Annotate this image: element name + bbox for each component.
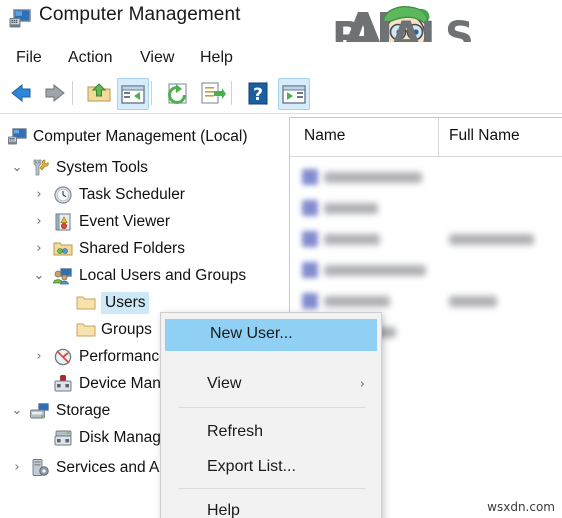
column-header-name[interactable]: Name bbox=[304, 127, 345, 145]
chevron-right-icon[interactable]: › bbox=[32, 209, 46, 235]
redacted-user-name bbox=[324, 172, 422, 183]
users-groups-icon bbox=[53, 267, 72, 285]
list-view-header: Name Full Name bbox=[290, 118, 562, 157]
redacted-user-name bbox=[324, 234, 380, 245]
watermark: wsxdn.com bbox=[487, 500, 555, 514]
menu-item-label: Help bbox=[207, 502, 240, 518]
menu-separator bbox=[179, 488, 365, 489]
tree-item-label: Task Scheduler bbox=[79, 186, 185, 203]
menu-item-help[interactable]: Help bbox=[162, 496, 380, 518]
svg-text:?: ? bbox=[253, 85, 263, 105]
forward-button[interactable] bbox=[40, 78, 70, 108]
tree-item-label: Storage bbox=[56, 402, 111, 419]
menu-file[interactable]: File bbox=[10, 47, 48, 69]
column-divider[interactable] bbox=[438, 118, 439, 156]
list-item[interactable] bbox=[290, 193, 562, 224]
chevron-right-icon: › bbox=[359, 377, 365, 392]
clock-icon bbox=[53, 186, 72, 204]
show-hide-console-tree-button[interactable] bbox=[117, 78, 149, 110]
menu-item-label: Refresh bbox=[207, 423, 264, 440]
toolbar-separator bbox=[72, 81, 73, 105]
storage-icon bbox=[30, 402, 49, 420]
tree-item-label: Groups bbox=[101, 321, 152, 338]
tree-item-system-tools[interactable]: ⌄ System Tools bbox=[0, 155, 276, 181]
device-manager-icon bbox=[53, 375, 72, 393]
tree-item-event-viewer[interactable]: › Event Viewer bbox=[0, 209, 276, 235]
folder-icon bbox=[76, 321, 96, 339]
menu-item-export-list[interactable]: Export List... bbox=[162, 452, 380, 484]
menu-help[interactable]: Help bbox=[194, 47, 239, 69]
menu-action[interactable]: Action bbox=[62, 47, 118, 69]
user-icon bbox=[302, 293, 318, 309]
redacted-full-name bbox=[449, 296, 497, 307]
toolbar-separator bbox=[151, 81, 152, 105]
tree-item-label: Users bbox=[101, 292, 150, 314]
toolbar-separator bbox=[231, 81, 232, 105]
context-menu: New User... View › Refresh Export List..… bbox=[160, 312, 382, 518]
menu-bar: File Action View Help bbox=[0, 42, 562, 74]
show-action-pane-button[interactable] bbox=[278, 78, 310, 110]
tree-item-label: Computer Management (Local) bbox=[33, 128, 248, 145]
tree-item-label: Event Viewer bbox=[79, 213, 171, 230]
services-icon bbox=[30, 459, 49, 477]
menu-item-label: Export List... bbox=[207, 458, 296, 475]
menu-view[interactable]: View bbox=[134, 47, 180, 69]
performance-icon bbox=[53, 348, 72, 366]
toolbar: ? bbox=[0, 74, 562, 114]
menu-item-view[interactable]: View › bbox=[162, 369, 380, 401]
list-item[interactable] bbox=[290, 255, 562, 286]
up-folder-button[interactable] bbox=[84, 78, 114, 108]
tree-item-local-users-and-groups[interactable]: ⌄ Local Users and Groups bbox=[0, 263, 276, 289]
tree-item-label: Performance bbox=[79, 348, 168, 365]
chevron-right-icon[interactable]: › bbox=[32, 236, 46, 262]
export-list-button[interactable] bbox=[197, 78, 227, 108]
user-icon bbox=[302, 231, 318, 247]
redacted-user-name bbox=[324, 296, 390, 307]
computer-management-icon bbox=[9, 8, 33, 30]
system-tools-icon bbox=[30, 159, 49, 177]
list-item[interactable] bbox=[290, 224, 562, 255]
column-header-full-name[interactable]: Full Name bbox=[449, 127, 520, 145]
computer-management-window: Computer Management PUALS File Action Vi… bbox=[0, 0, 562, 518]
menu-item-new-user[interactable]: New User... bbox=[165, 319, 377, 351]
user-icon bbox=[302, 200, 318, 216]
chevron-right-icon[interactable]: › bbox=[32, 182, 46, 208]
redacted-full-name bbox=[449, 234, 534, 245]
redacted-user-name bbox=[324, 265, 426, 276]
redacted-user-name bbox=[324, 203, 378, 214]
shared-folder-icon bbox=[53, 240, 73, 258]
computer-icon bbox=[8, 128, 27, 146]
folder-icon bbox=[76, 294, 96, 312]
user-icon bbox=[302, 262, 318, 278]
menu-item-refresh[interactable]: Refresh bbox=[162, 417, 380, 449]
menu-separator bbox=[179, 407, 365, 408]
list-item[interactable] bbox=[290, 162, 562, 193]
chevron-right-icon[interactable]: › bbox=[32, 344, 46, 370]
tree-item-shared-folders[interactable]: › Shared Folders bbox=[0, 236, 276, 262]
chevron-down-icon[interactable]: ⌄ bbox=[32, 263, 46, 289]
disk-icon bbox=[53, 429, 72, 447]
help-button[interactable]: ? bbox=[243, 78, 273, 108]
chevron-right-icon[interactable]: › bbox=[10, 455, 24, 481]
tree-item-label: Shared Folders bbox=[79, 240, 185, 257]
tree-item-computer-management[interactable]: Computer Management (Local) bbox=[0, 124, 276, 150]
tree-item-task-scheduler[interactable]: › Task Scheduler bbox=[0, 182, 276, 208]
user-icon bbox=[302, 169, 318, 185]
menu-item-label: New User... bbox=[210, 325, 293, 342]
menu-item-label: View bbox=[207, 375, 242, 392]
event-viewer-icon bbox=[53, 213, 72, 231]
back-button[interactable] bbox=[6, 78, 36, 108]
refresh-button[interactable] bbox=[163, 78, 193, 108]
chevron-down-icon[interactable]: ⌄ bbox=[10, 398, 24, 424]
chevron-down-icon[interactable]: ⌄ bbox=[10, 155, 24, 181]
tree-item-label: System Tools bbox=[56, 159, 148, 176]
window-title: Computer Management bbox=[39, 4, 241, 25]
tree-item-label: Local Users and Groups bbox=[79, 267, 247, 284]
